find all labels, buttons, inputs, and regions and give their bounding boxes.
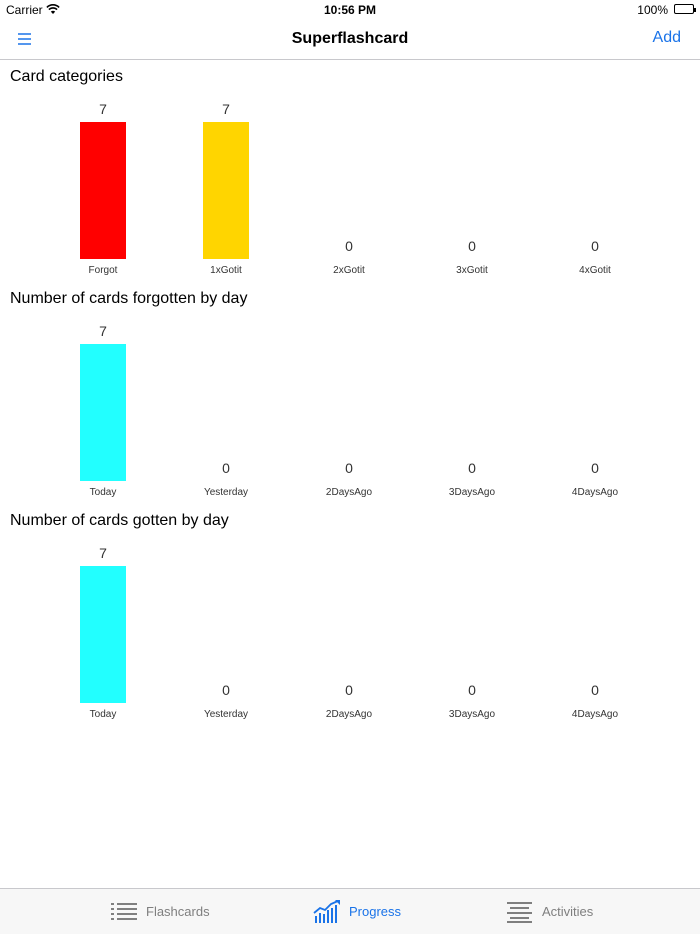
- value-label: 0: [345, 682, 353, 698]
- gotten-by-day-chart: 7 Today 0 Yesterday 0 2DaysAgo 0 3DaysAgo 0 4Days…: [0, 534, 700, 724]
- forgotten-by-day-chart: 7 Today 0 Yesterday 0 2DaysAgo 0 3DaysAgo 0 4Days…: [0, 312, 700, 502]
- category-label: Today: [90, 487, 117, 498]
- tab-progress[interactable]: Progress: [313, 889, 401, 934]
- value-label: 0: [591, 682, 599, 698]
- category-label: 3xGotit: [456, 265, 488, 276]
- category-label: 4xGotit: [579, 265, 611, 276]
- category-label: Yesterday: [204, 709, 248, 720]
- category-label: Yesterday: [204, 487, 248, 498]
- value-label: 0: [345, 460, 353, 476]
- card-categories-chart-svg: 7 Forgot 7 1xGotit 0 2xGotit 0 3xGotit 0 4xGotit: [80, 101, 611, 276]
- value-label: 0: [591, 238, 599, 254]
- bar-today: [80, 566, 126, 703]
- value-label: 0: [222, 682, 230, 698]
- category-label: Today: [90, 709, 117, 720]
- bar-forgot: [80, 122, 126, 259]
- category-label: 3DaysAgo: [449, 709, 496, 720]
- tab-progress-label: Progress: [349, 904, 402, 919]
- value-label: 0: [222, 460, 230, 476]
- battery-percent: 100%: [637, 3, 668, 17]
- value-label: 0: [468, 460, 476, 476]
- category-label: 4DaysAgo: [572, 487, 619, 498]
- clock: 10:56 PM: [323, 3, 377, 17]
- battery-icon: [674, 4, 696, 14]
- gotten-by-day-chart-svg: 7 Today 0 Yesterday 0 2DaysAgo 0 3DaysAgo 0 4Days…: [80, 545, 619, 720]
- value-label: 7: [222, 101, 230, 117]
- value-label: 0: [591, 460, 599, 476]
- list-icon: [111, 902, 137, 920]
- tab-flashcards-label: Flashcards: [146, 904, 210, 919]
- bar-today: [80, 344, 126, 481]
- category-label: 2DaysAgo: [326, 709, 373, 720]
- section-title-card-categories: Card categories: [10, 68, 123, 85]
- value-label: 7: [99, 323, 107, 339]
- value-label: 0: [345, 238, 353, 254]
- category-label: 2DaysAgo: [326, 487, 373, 498]
- category-label: Forgot: [89, 265, 118, 276]
- forgotten-by-day-chart-svg: 7 Today 0 Yesterday 0 2DaysAgo 0 3DaysAgo 0 4Days…: [80, 323, 619, 498]
- value-label: 0: [468, 682, 476, 698]
- chart-icon: [313, 899, 340, 923]
- category-label: 4DaysAgo: [572, 709, 619, 720]
- status-bar: Carrier 10:56 PM 100%: [0, 0, 700, 20]
- tab-bar: Flashcards Progress Activities: [0, 888, 700, 934]
- value-label: 0: [468, 238, 476, 254]
- section-title-gotten-by-day: Number of cards gotten by day: [10, 512, 229, 529]
- category-label: 3DaysAgo: [449, 487, 496, 498]
- value-label: 7: [99, 101, 107, 117]
- navigation-bar: Superflashcard Add: [0, 20, 700, 60]
- section-title-forgotten-by-day: Number of cards forgotten by day: [10, 290, 248, 307]
- card-categories-chart: 7 Forgot 7 1xGotit 0 2xGotit 0 3xGotit 0 4xGotit: [0, 90, 700, 280]
- lines-icon: [507, 901, 532, 923]
- tab-flashcards[interactable]: Flashcards: [110, 889, 210, 934]
- tab-activities-label: Activities: [542, 904, 594, 919]
- category-label: 2xGotit: [333, 265, 365, 276]
- bar-1xgotit: [203, 122, 249, 259]
- add-button[interactable]: Add: [653, 29, 681, 47]
- category-label: 1xGotit: [210, 265, 242, 276]
- page-title: Superflashcard: [291, 30, 409, 47]
- tab-activities[interactable]: Activities: [506, 889, 593, 934]
- value-label: 7: [99, 545, 107, 561]
